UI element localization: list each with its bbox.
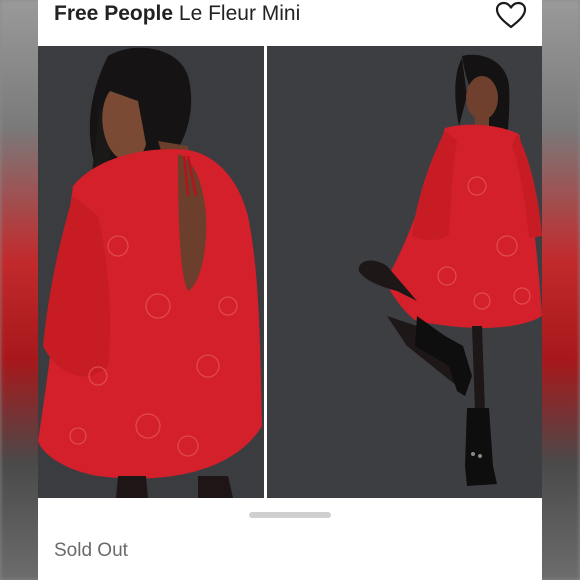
photo-divider [264, 46, 267, 498]
status-badge: Sold Out [54, 540, 128, 561]
product-name: Le Fleur Mini [178, 2, 301, 25]
drag-handle[interactable] [249, 512, 331, 518]
product-card: Free People Le Fleur Mini Sold Out [38, 0, 542, 580]
product-photo-back-view[interactable] [38, 46, 264, 498]
listing-header: Free People Le Fleur Mini [38, 0, 542, 44]
heart-icon[interactable] [494, 0, 528, 30]
photo-carousel[interactable] [38, 46, 542, 498]
listing-title: Free People Le Fleur Mini [54, 2, 300, 26]
brand-name: Free People [54, 2, 174, 25]
product-photo-front-view[interactable] [267, 46, 542, 498]
